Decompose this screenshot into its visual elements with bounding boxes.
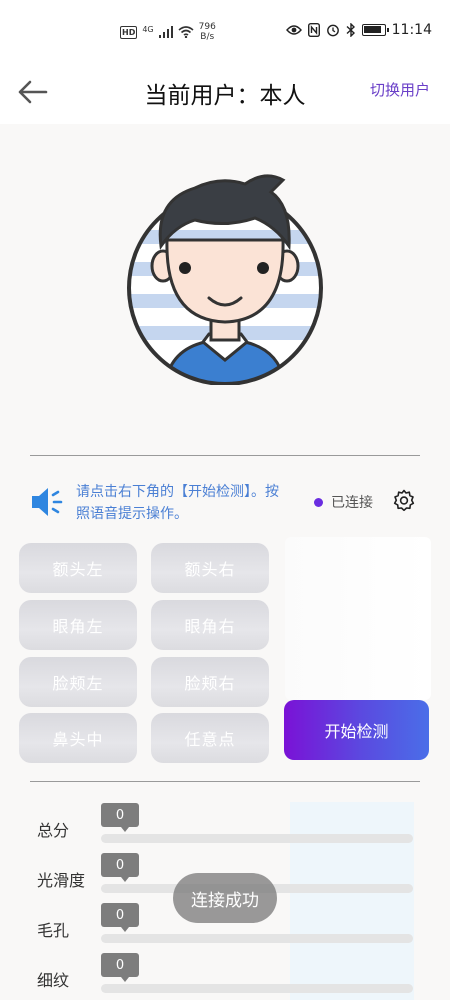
score-bar-fine-lines [101,984,413,993]
divider-bottom [30,781,420,782]
status-bar: HD 4G 796 B/s 11:14 [0,0,450,62]
preview-panel [285,537,431,700]
status-left: HD 4G 796 B/s [120,22,216,42]
score-chart-area [290,802,414,1000]
network-type: 4G [142,24,154,34]
region-eye-right-button[interactable]: 眼角右 [151,600,269,650]
region-forehead-left-button[interactable]: 额头左 [19,543,137,593]
eye-icon [285,25,302,35]
avatar [125,170,325,386]
connection-status: 已连接 [314,492,373,512]
region-eye-left-button[interactable]: 眼角左 [19,600,137,650]
alarm-icon [326,24,339,37]
score-label-smoothness: 光滑度 [37,871,86,890]
clock: 11:14 [391,22,432,38]
settings-button[interactable] [392,489,416,513]
score-label-total: 总分 [37,821,70,840]
score-value-fine-lines: 0 [101,953,139,982]
battery-icon [361,24,389,36]
app-header: 当前用户：本人 切换用户 [0,62,450,124]
hd-badge: HD [120,25,138,39]
score-value-total: 0 [101,803,139,832]
switch-user-button[interactable]: 切换用户 [370,79,430,100]
score-value-smoothness: 0 [101,853,139,882]
score-bar-total [101,834,413,843]
score-bar-pores [101,934,413,943]
region-cheek-left-button[interactable]: 脸颊左 [19,657,137,707]
gear-icon [393,489,415,512]
toast-message: 连接成功 [173,873,277,923]
wifi-icon [178,26,194,38]
score-label-fine-lines: 细纹 [37,971,70,990]
instruction-tip: 请点击右下角的【开始检测】。按照语音提示操作。 [76,484,279,522]
battery-fill [363,26,381,33]
status-right: 11:14 [285,22,432,38]
region-any-point-button[interactable]: 任意点 [151,713,269,763]
status-dot [314,497,323,507]
status-text: 已连接 [331,495,373,511]
bluetooth-icon [346,23,355,37]
speed-value: 796 [198,22,216,32]
nfc-icon [307,23,320,37]
score-value-pores: 0 [101,903,139,932]
speed-unit: B/s [200,32,215,42]
score-label-pores: 毛孔 [37,921,70,940]
start-detection-button[interactable]: 开始检测 [284,700,429,760]
network-speed: 796 B/s [199,22,216,42]
region-cheek-right-button[interactable]: 脸颊右 [151,657,269,707]
region-forehead-right-button[interactable]: 额头右 [151,543,269,593]
speaker-icon[interactable] [30,484,66,520]
divider-top [30,455,420,456]
user-avatar-illustration [127,174,323,386]
speaker-icon-graphic [32,488,63,516]
region-nose-button[interactable]: 鼻头中 [19,713,137,763]
signal-icon [158,26,173,38]
